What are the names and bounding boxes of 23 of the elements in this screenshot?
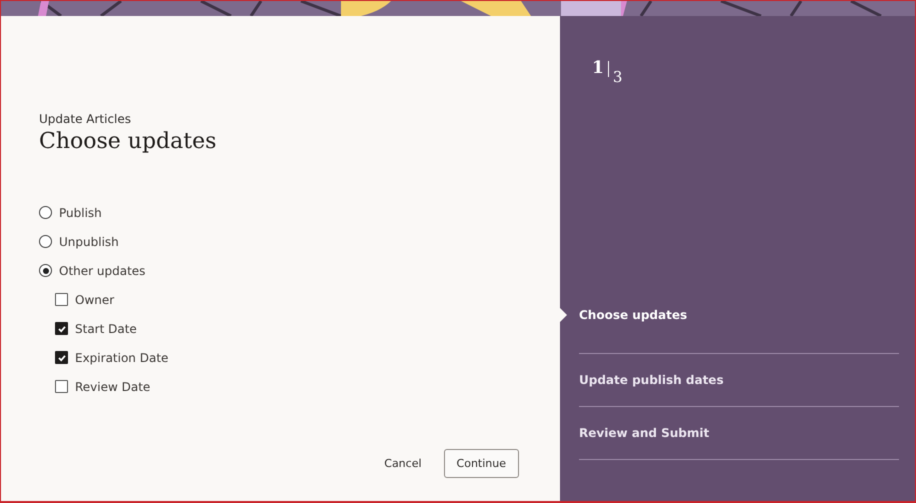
checkbox-label: Expiration Date <box>75 350 168 364</box>
step-item[interactable]: Choose updates <box>560 301 899 354</box>
checkbox[interactable] <box>55 351 68 364</box>
checkbox[interactable] <box>55 322 68 335</box>
radio-button[interactable] <box>39 235 52 248</box>
checkbox[interactable] <box>55 380 68 393</box>
cancel-button[interactable]: Cancel <box>374 449 432 478</box>
dialog-subtitle: Update Articles <box>39 112 132 126</box>
option-label: Other updates <box>59 264 146 278</box>
checkbox[interactable] <box>55 293 68 306</box>
continue-button[interactable]: Continue <box>444 449 519 478</box>
step-item[interactable]: Review and Submit <box>560 407 899 460</box>
checkbox-label: Start Date <box>75 322 137 336</box>
current-step-number: 1 <box>592 58 604 78</box>
step-item[interactable]: Update publish dates <box>560 354 899 407</box>
checkbox-label: Review Date <box>75 380 150 394</box>
radio-button[interactable] <box>39 206 52 219</box>
option-label: Publish <box>59 206 102 220</box>
dialog-title: Choose updates <box>39 129 218 154</box>
radio-button[interactable] <box>39 264 52 277</box>
checkbox-label: Owner <box>75 292 114 306</box>
total-steps-number: 3 <box>612 68 622 86</box>
option-label: Unpublish <box>59 234 119 248</box>
